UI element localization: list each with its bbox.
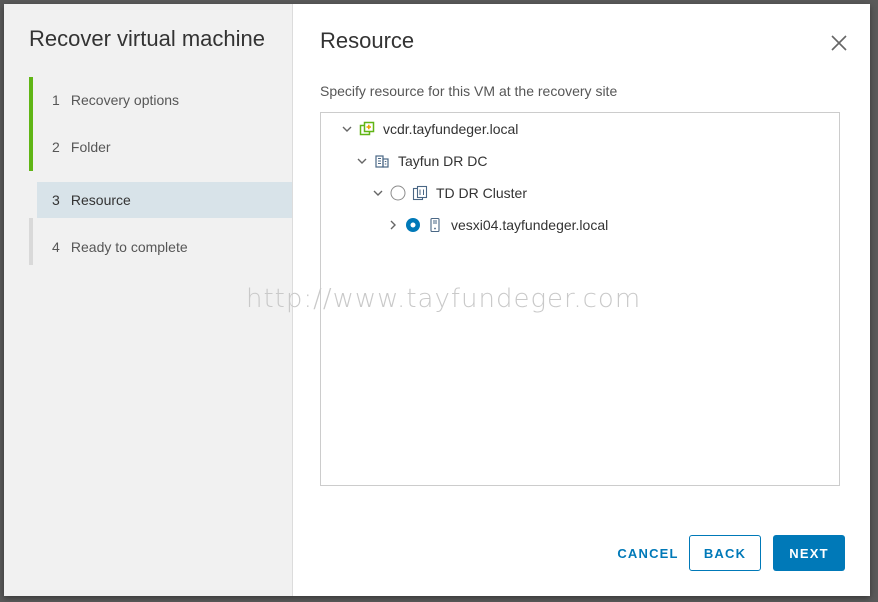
cancel-button[interactable]: CANCEL	[611, 535, 685, 571]
cluster-radio[interactable]	[390, 185, 406, 201]
watermark-text: http://www.tayfundeger.com	[246, 284, 642, 314]
tree-node-cluster[interactable]: TD DR Cluster	[372, 181, 527, 205]
step-label: Ready to complete	[70, 239, 188, 255]
tree-node-label: TD DR Cluster	[436, 185, 528, 201]
chevron-right-icon[interactable]	[387, 219, 399, 231]
host-radio[interactable]	[405, 217, 421, 233]
tree-node-datacenter[interactable]: Tayfun DR DC	[356, 149, 487, 173]
tree-node-host[interactable]: vesxi04.tayfundeger.local	[387, 213, 608, 237]
instruction-text: Specify resource for this VM at the reco…	[320, 83, 618, 99]
cluster-icon	[412, 185, 428, 201]
chevron-down-icon[interactable]	[356, 155, 368, 167]
step-resource[interactable]: 3 Resource	[29, 171, 292, 218]
step-recovery-options[interactable]: 1 Recovery options	[29, 77, 292, 124]
step-number: 3	[52, 192, 60, 208]
chevron-down-icon[interactable]	[372, 187, 384, 199]
step-label: Recovery options	[70, 92, 180, 108]
back-button[interactable]: BACK	[689, 535, 761, 571]
step-label: Resource	[70, 192, 131, 208]
wizard-title: Recover virtual machine	[29, 26, 265, 51]
step-number: 4	[52, 239, 60, 255]
step-folder[interactable]: 2 Folder	[29, 124, 292, 171]
next-button[interactable]: NEXT	[773, 535, 845, 571]
datacenter-icon	[375, 155, 389, 168]
vcenter-icon	[359, 121, 375, 136]
wizard-steps: 1 Recovery options 2 Folder 3 Resource 4…	[29, 77, 292, 265]
tree-node-label: Tayfun DR DC	[398, 153, 488, 169]
tree-node-vcenter[interactable]: vcdr.tayfundeger.local	[341, 117, 518, 141]
close-icon[interactable]	[830, 34, 848, 52]
chevron-down-icon[interactable]	[341, 123, 353, 135]
tree-node-label: vesxi04.tayfundeger.local	[451, 217, 609, 233]
step-number: 1	[52, 92, 60, 108]
host-icon	[430, 217, 440, 233]
step-number: 2	[52, 139, 60, 155]
step-ready-to-complete: 4 Ready to complete	[29, 218, 292, 265]
tree-node-label: vcdr.tayfundeger.local	[383, 121, 519, 137]
page-title: Resource	[320, 28, 415, 53]
step-label: Folder	[70, 139, 111, 155]
